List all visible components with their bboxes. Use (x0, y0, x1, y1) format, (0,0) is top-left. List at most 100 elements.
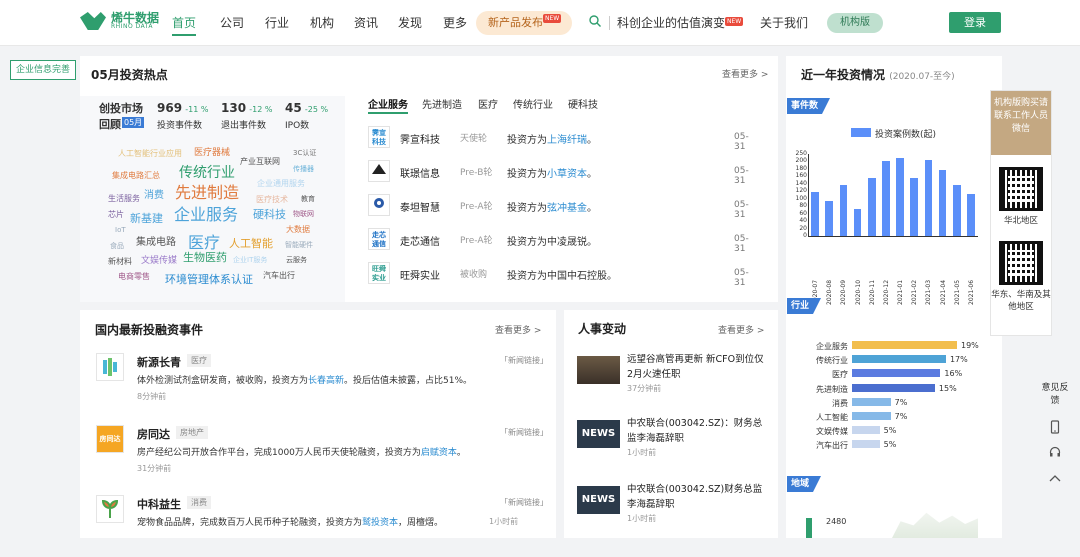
deal-row[interactable]: 霁宣 科技 霁宣科技 天使轮 投资方为上海纤瑞。 05-31 (368, 126, 758, 152)
tab-advanced-manufacturing[interactable]: 先进制造 (422, 96, 462, 111)
keyword[interactable]: 医疗器械 (194, 149, 230, 158)
keyword[interactable]: 3C认证 (293, 150, 316, 157)
news-title[interactable]: 远望谷高管再更新 新CFO到位仅2月火速任职 (627, 352, 767, 382)
keyword[interactable]: 医疗 (188, 235, 220, 251)
keyword[interactable]: 生物医药 (183, 252, 227, 263)
nav-industry[interactable]: 行业 (265, 14, 289, 32)
keyword[interactable]: 物联网 (293, 211, 314, 218)
keyword[interactable]: 企业服务 (174, 207, 238, 223)
nav-discover[interactable]: 发现 (398, 14, 422, 32)
keyword[interactable]: 汽车出行 (263, 272, 295, 280)
deal-row[interactable]: 旺舜 实业 旺舜实业 被收购 投资方为中国中石控股。 05-31 (368, 262, 758, 288)
keyword[interactable]: 集成电路 (136, 238, 176, 248)
news-time: 37分钟前 (627, 384, 662, 393)
keyword[interactable]: 先进制造 (175, 185, 239, 201)
login-button[interactable]: 登录 (949, 12, 1001, 33)
deal-desc-text: 体外检测试剂盒研发商，被收购，投资方为 (137, 376, 309, 386)
keyword[interactable]: 企业IT服务 (233, 257, 267, 264)
keyword[interactable]: 集成电路汇总 (112, 172, 160, 180)
keyword[interactable]: 产业互联网 (240, 158, 280, 166)
people-more-link[interactable]: 查看更多 > (718, 323, 764, 336)
keyword[interactable]: IoT (115, 227, 126, 234)
tab-hard-tech[interactable]: 硬科技 (568, 96, 598, 111)
domestic-more-link[interactable]: 查看更多 > (495, 323, 541, 336)
feedback-button[interactable]: 意见反馈 (1040, 382, 1070, 408)
investor-link[interactable]: 鹫投资本 (362, 518, 398, 528)
company-name[interactable]: 新源长青 (137, 354, 181, 370)
tab-enterprise-service[interactable]: 企业服务 (368, 96, 408, 111)
back-to-top-icon[interactable] (1048, 472, 1062, 486)
news-title[interactable]: 中农联合(003042.SZ)：财务总监李海磊辞职 (627, 416, 767, 446)
company-name[interactable]: 泰坦智慧 (400, 199, 440, 214)
tab-active-underline (368, 112, 408, 114)
keyword[interactable]: 生活服务 (108, 195, 140, 203)
keyword[interactable]: 企业通用服务 (257, 180, 305, 188)
keyword[interactable]: 教育 (301, 196, 315, 203)
search-icon[interactable] (589, 15, 601, 27)
keyword[interactable]: 新基建 (130, 213, 163, 224)
investor-link[interactable]: 弦冲基金 (547, 203, 587, 214)
tab-traditional[interactable]: 传统行业 (513, 96, 553, 111)
investor-link[interactable]: 长春高新 (308, 376, 344, 386)
headset-icon[interactable] (1048, 445, 1062, 459)
keyword[interactable]: 医疗技术 (256, 196, 288, 204)
new-product-button[interactable]: 新产品发布 NEW (476, 11, 572, 35)
company-name[interactable]: 房同达 (137, 426, 170, 442)
investor-link[interactable]: 启赋资本 (421, 448, 457, 458)
people-news-item[interactable]: 远望谷高管再更新 新CFO到位仅2月火速任职 37分钟前 (577, 352, 767, 412)
keyword[interactable]: 硬科技 (253, 209, 286, 220)
keyword[interactable]: 环境管理体系认证 (165, 274, 253, 285)
nav-more[interactable]: 更多 (443, 14, 467, 32)
keyword[interactable]: 芯片 (108, 211, 124, 219)
institution-version-button[interactable]: 机构版 (827, 13, 883, 33)
keyword[interactable]: 人工智能 (229, 238, 273, 249)
mobile-icon[interactable] (1048, 420, 1062, 434)
people-news-item[interactable]: NEWS 中农联合(003042.SZ)：财务总监李海磊辞职 1小时前 (577, 416, 767, 476)
keyword[interactable]: 智能硬件 (285, 242, 313, 249)
company-name[interactable]: 旺舜实业 (400, 267, 440, 282)
deal-desc-text: 。 (456, 448, 466, 458)
keyword[interactable]: 云服务 (286, 257, 307, 264)
people-news-item[interactable]: NEWS 中农联合(003042.SZ)财务总监李海磊辞职 1小时前 (577, 482, 767, 542)
news-deal-item[interactable]: 中科益生 消费 「新闻链接」 宠物食品品牌，完成数百万人民币种子轮融资，投资方为… (96, 495, 548, 557)
deal-row[interactable]: 走芯 通信 走芯通信 Pre-A轮 投资方为中凌晟锐。 05-31 (368, 228, 758, 254)
nav-company[interactable]: 公司 (220, 14, 244, 32)
news-link[interactable]: 「新闻链接」 (500, 427, 548, 438)
keyword[interactable]: 新材料 (108, 258, 132, 266)
deal-desc: 投资方为上海纤瑞。 (507, 131, 597, 146)
nav-institution[interactable]: 机构 (310, 14, 334, 32)
keyword[interactable]: 传统行业 (179, 166, 235, 180)
events-bar (811, 192, 819, 236)
news-link[interactable]: 「新闻链接」 (500, 355, 548, 366)
nav-promo-link[interactable]: 科创企业的估值演变 NEW (617, 14, 744, 32)
nav-news[interactable]: 资讯 (354, 14, 378, 32)
nav-about[interactable]: 关于我们 (760, 14, 808, 32)
keyword[interactable]: 人工智能行业应用 (118, 150, 182, 158)
nav-home[interactable]: 首页 (172, 14, 196, 32)
logo[interactable]: 烯牛数据 RHINO DATA (80, 12, 159, 30)
tab-medical[interactable]: 医疗 (478, 96, 498, 111)
investor-link[interactable]: 小草资本 (547, 169, 587, 180)
news-title[interactable]: 中农联合(003042.SZ)财务总监李海磊辞职 (627, 482, 767, 512)
company-name[interactable]: 霁宣科技 (400, 131, 440, 146)
keyword[interactable]: 传播器 (293, 166, 314, 173)
x-tick-label: 2021-06 (967, 279, 975, 305)
keyword[interactable]: 电商零售 (118, 273, 150, 281)
news-deal-item[interactable]: 新源长青 医疗 「新闻链接」 体外检测试剂盒研发商，被收购，投资方为长春高新。投… (96, 353, 548, 415)
deal-row[interactable]: 联璟信息 Pre-B轮 投资方为小草资本。 05-31 (368, 160, 758, 186)
investor-link[interactable]: 上海纤瑞 (547, 135, 587, 146)
deal-row[interactable]: 泰坦智慧 Pre-A轮 投资方为弦冲基金。 05-31 (368, 194, 758, 220)
company-name[interactable]: 走芯通信 (400, 233, 440, 248)
keyword[interactable]: 食品 (110, 243, 124, 250)
keyword[interactable]: 大数据 (286, 226, 310, 234)
company-info-complete-tag[interactable]: 企业信息完善 (10, 60, 76, 80)
y-tick-label: 160 (795, 172, 807, 180)
keyword[interactable]: 消费 (144, 191, 164, 201)
company-name[interactable]: 联璟信息 (400, 165, 440, 180)
hot-more-link[interactable]: 查看更多 > (722, 67, 768, 80)
deal-desc: 宠物食品品牌，完成数百万人民币种子轮融资，投资方为鹫投资本，周檀熠。 (137, 515, 443, 528)
news-deal-item[interactable]: 房同达 房同达 房地产 「新闻链接」 房产经纪公司开放合作平台，完成1000万人… (96, 425, 548, 487)
keyword[interactable]: 文娱传媒 (141, 257, 177, 266)
company-name[interactable]: 中科益生 (137, 496, 181, 512)
news-link[interactable]: 「新闻链接」 (500, 497, 548, 508)
